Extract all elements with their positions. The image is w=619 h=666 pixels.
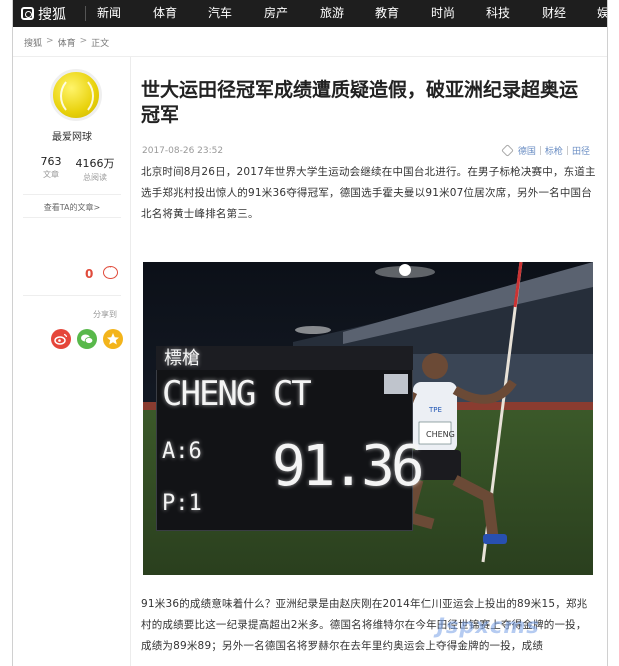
nav-item-house[interactable]: 房产 xyxy=(264,5,288,22)
article-tags: 德国 | 标枪 | 田径 xyxy=(500,144,590,157)
nav-item-tech[interactable]: 科技 xyxy=(486,5,510,22)
read-count-label: 总阅读 xyxy=(83,173,107,182)
weibo-share-icon[interactable] xyxy=(51,329,71,349)
breadcrumb-sports[interactable]: 体育 xyxy=(58,36,76,49)
wechat-share-icon[interactable] xyxy=(77,329,97,349)
breadcrumb: 搜狐 > 体育 > 正文 xyxy=(24,36,109,49)
sidebar-divider xyxy=(23,217,121,218)
author-avatar[interactable] xyxy=(50,69,102,121)
nav-divider xyxy=(85,6,86,21)
bib-text: TPE xyxy=(428,406,442,414)
nav-item-education[interactable]: 教育 xyxy=(375,5,399,22)
breadcrumb-current: 正文 xyxy=(91,39,110,49)
comment-icon[interactable] xyxy=(103,263,118,279)
tag-separator: | xyxy=(565,145,569,156)
scoreboard-athlete: CHENG CT xyxy=(162,374,312,414)
author-sidebar: 最爱网球 763 文章 4166万 总阅读 查看TA的文章> 0 分享到 xyxy=(13,57,131,666)
sidebar-divider xyxy=(23,194,121,195)
logo-text: 搜狐 xyxy=(38,6,66,23)
scoreboard-place: P:1 xyxy=(162,491,202,516)
nav-item-news[interactable]: 新闻 xyxy=(97,5,121,22)
tag-icon xyxy=(500,144,514,157)
top-nav-bar: 搜狐 新闻 体育 汽车 房产 旅游 教育 时尚 科技 财经 娱 xyxy=(13,0,607,27)
nav-item-auto[interactable]: 汽车 xyxy=(208,5,232,22)
sohu-logo-icon xyxy=(21,7,34,20)
comment-count[interactable]: 0 xyxy=(85,267,93,281)
breadcrumb-home[interactable]: 搜狐 xyxy=(24,36,42,49)
view-author-articles-link[interactable]: 查看TA的文章> xyxy=(13,202,131,213)
nav-item-finance[interactable]: 财经 xyxy=(542,5,566,22)
author-name[interactable]: 最爱网球 xyxy=(13,128,131,143)
scoreboard-event: 標槍 xyxy=(164,348,200,369)
page-frame: 搜狐 新闻 体育 汽车 房产 旅游 教育 时尚 科技 财经 娱 搜狐 > 体育 … xyxy=(12,0,608,666)
breadcrumb-separator: > xyxy=(79,36,88,46)
tag-separator: | xyxy=(538,145,542,156)
nav-item-sports[interactable]: 体育 xyxy=(153,5,177,22)
article-date: 2017-08-26 23:52 xyxy=(142,146,224,156)
tag-athletics[interactable]: 田径 xyxy=(572,144,590,157)
author-read-count: 4166万 总阅读 xyxy=(75,155,115,183)
scoreboard-attempt: A:6 xyxy=(162,439,202,464)
nav-item-travel[interactable]: 旅游 xyxy=(320,5,344,22)
watermark-logo: Jspxcms xyxy=(437,614,540,638)
sohu-logo[interactable]: 搜狐 xyxy=(21,4,66,23)
tag-germany[interactable]: 德国 xyxy=(518,144,536,157)
article-count-value: 763 xyxy=(40,155,62,168)
scoreboard-result: 91.36 xyxy=(272,434,425,499)
article-paragraph-1: 北京时间8月26日，2017年世界大学生运动会继续在中国台北进行。在男子标枪决赛… xyxy=(141,166,596,220)
scoreboard: 標槍 CHENG CT A:6 P:1 91.36 xyxy=(156,346,425,531)
nav-item-fashion[interactable]: 时尚 xyxy=(431,5,455,22)
nav-item-entertainment[interactable]: 娱 xyxy=(597,5,607,22)
sidebar-divider xyxy=(23,295,121,296)
read-count-value: 4166万 xyxy=(75,157,115,170)
author-article-count: 763 文章 xyxy=(31,155,71,180)
article-photo: CHENG TPE 標槍 CHENG CT A:6 P:1 91.36 xyxy=(143,262,593,575)
tag-javelin[interactable]: 标枪 xyxy=(545,144,563,157)
article-count-label: 文章 xyxy=(43,170,59,179)
bib-name: CHENG xyxy=(426,430,455,439)
qzone-share-icon[interactable] xyxy=(103,329,123,349)
breadcrumb-separator: > xyxy=(46,36,54,46)
article-title: 世大运田径冠军成绩遭质疑造假，破亚洲纪录超奥运冠军 xyxy=(141,79,579,126)
share-label: 分享到 xyxy=(93,310,117,319)
